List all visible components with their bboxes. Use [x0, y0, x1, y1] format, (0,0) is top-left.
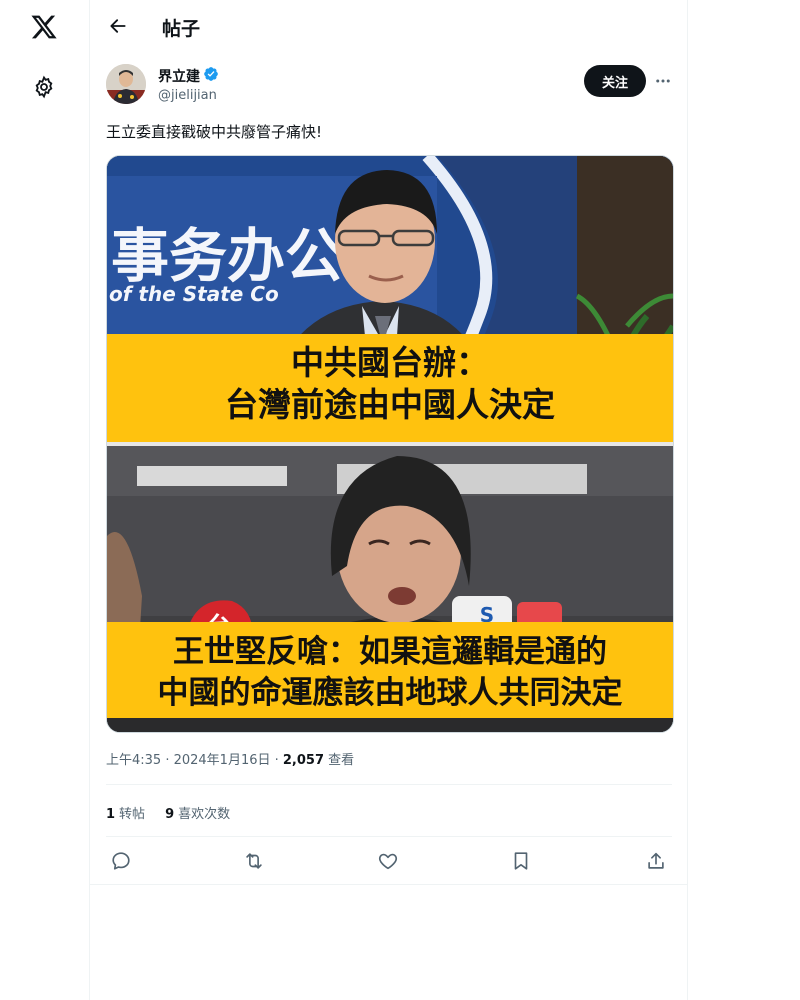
likes-stat[interactable]: 9 喜欢次数 — [165, 803, 230, 822]
caption-bottom-line1: 王世堅反嗆：如果這邏輯是通的 — [173, 634, 607, 670]
action-bar — [90, 846, 687, 876]
views-label: 查看 — [324, 753, 355, 768]
avatar[interactable] — [106, 64, 146, 104]
post-meta: 上午4:35 · 2024年1月16日 · 2,057 查看 — [106, 749, 354, 768]
reposts-label: 转帖 — [119, 807, 146, 822]
header-bar: 帖子 — [90, 0, 687, 53]
x-logo-icon[interactable] — [26, 9, 62, 45]
caption-top-line2: 台灣前途由中國人決定 — [225, 385, 555, 424]
reply-icon[interactable] — [106, 846, 136, 876]
divider — [106, 836, 672, 837]
reposts-count: 1 — [106, 807, 116, 822]
more-options-icon[interactable] — [650, 68, 676, 94]
post-text: 王立委直接戳破中共廢管子痛快! — [106, 123, 323, 141]
repost-icon[interactable] — [239, 846, 269, 876]
caption-top-line1: 中共國台辦： — [291, 343, 489, 382]
share-icon[interactable] — [641, 846, 671, 876]
author-name[interactable]: 界立建 — [158, 66, 219, 86]
post-timestamp[interactable]: 上午4:35 · 2024年1月16日 · — [106, 753, 283, 768]
author-name-text[interactable]: 界立建 — [158, 66, 200, 86]
caption-bottom-line2: 中國的命運應該由地球人共同決定 — [158, 675, 623, 711]
likes-label: 喜欢次数 — [178, 807, 231, 822]
post-column: 帖子 界立建 @jielijian 关注 王立委直接戳破中共廢管子痛快! 事务办… — [89, 0, 688, 1000]
gear-icon[interactable] — [26, 69, 62, 105]
divider — [90, 884, 687, 885]
verified-badge-icon — [203, 66, 219, 86]
reposts-stat[interactable]: 1 转帖 — [106, 803, 145, 822]
post-stats: 1 转帖 9 喜欢次数 — [106, 803, 230, 822]
back-arrow-icon[interactable] — [104, 12, 132, 40]
page-title: 帖子 — [162, 18, 201, 40]
post-image[interactable]: 事务办公 of the State Co 中共國台辦： 台灣前途由中國人決定 S… — [106, 155, 674, 733]
follow-button[interactable]: 关注 — [584, 65, 646, 97]
like-icon[interactable] — [373, 846, 403, 876]
likes-count: 9 — [165, 807, 175, 822]
left-nav — [0, 0, 88, 1000]
views-count: 2,057 — [282, 753, 325, 768]
sign-text: 事务办公 — [111, 222, 343, 290]
divider — [106, 784, 672, 785]
bookmark-icon[interactable] — [506, 846, 536, 876]
author-handle[interactable]: @jielijian — [158, 88, 217, 103]
sign-english-text: of the State Co — [109, 282, 279, 306]
